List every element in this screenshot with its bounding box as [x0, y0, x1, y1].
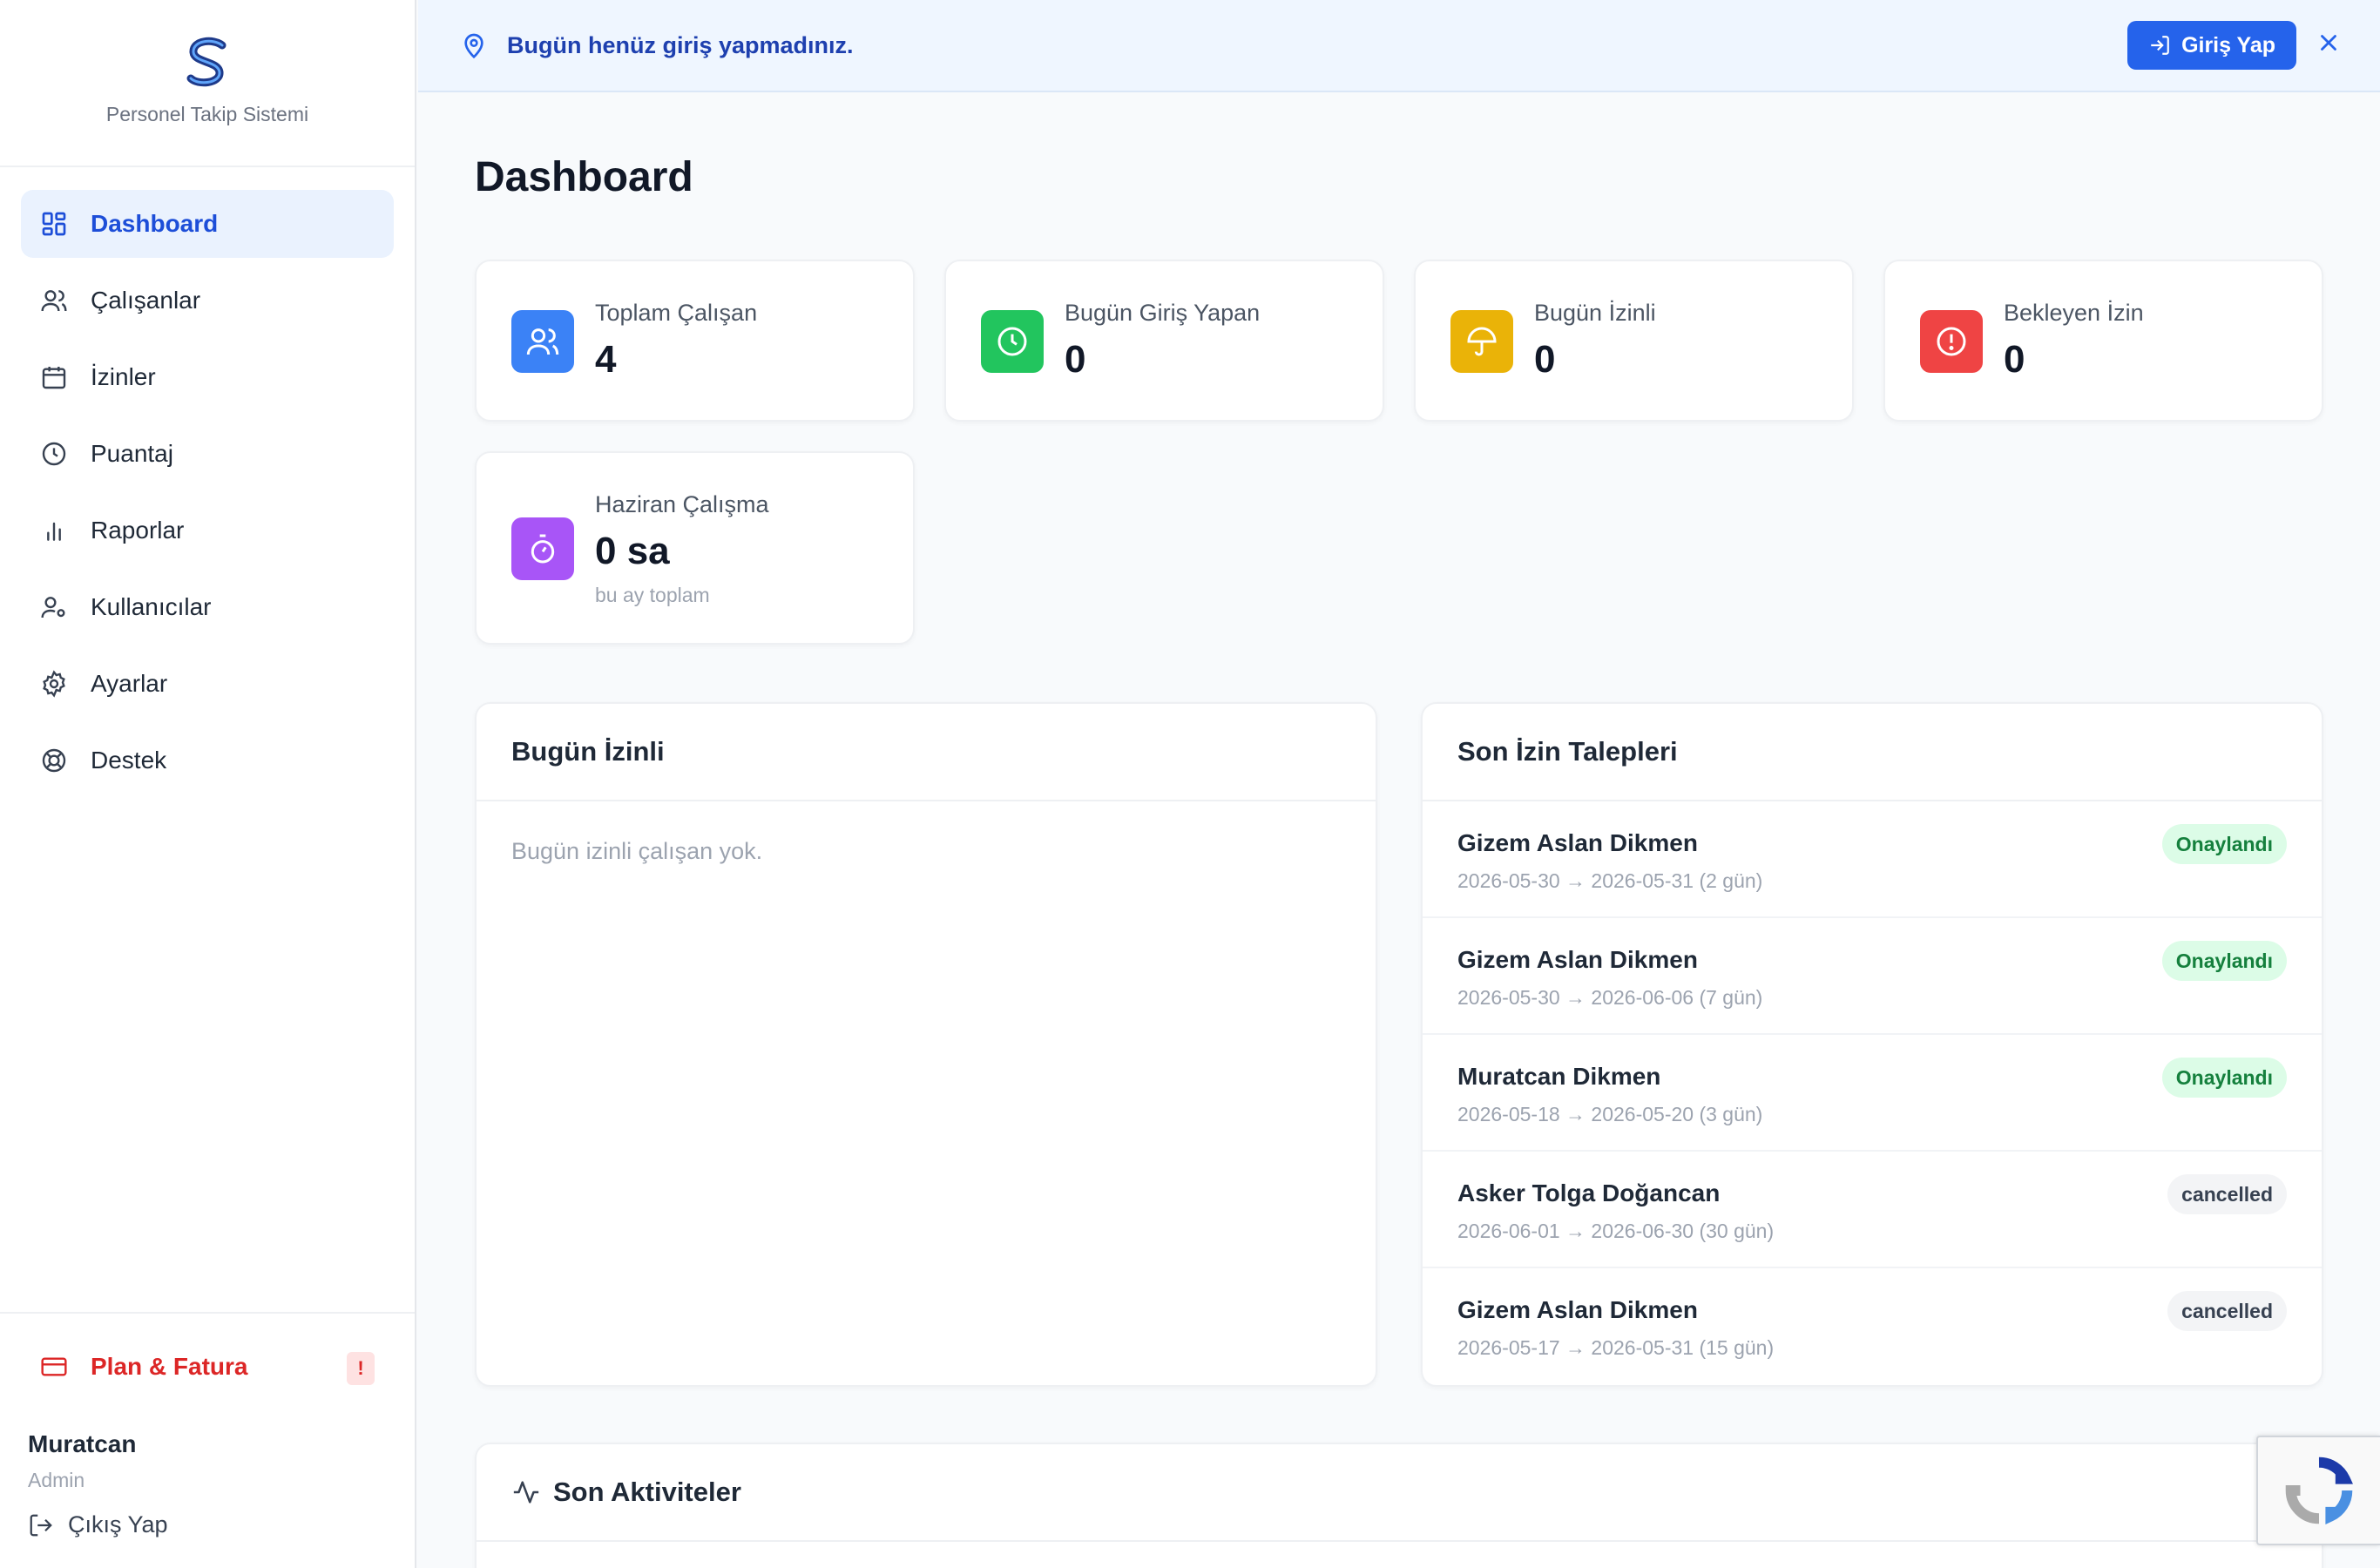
- login-icon: [2151, 36, 2169, 55]
- user-settings-icon: [40, 593, 68, 621]
- stat-label: Haziran Çalışma: [595, 491, 769, 517]
- stat-label: Bugün Giriş Yapan: [1065, 300, 1261, 326]
- activity-icon: [513, 1481, 539, 1504]
- plan-warning-badge: !: [347, 1352, 375, 1385]
- request-dates: 2026-05-30 → 2026-06-06 (7 gün): [1457, 986, 1763, 1009]
- request-employee-name: Gizem Aslan Dikmen: [1457, 946, 1698, 973]
- calendar-icon: [40, 363, 68, 391]
- logout-label: Çıkış Yap: [68, 1511, 168, 1538]
- request-dates: 2026-06-01 → 2026-06-30 (30 gün): [1457, 1220, 1775, 1242]
- user-name: Muratcan: [28, 1430, 137, 1457]
- sidebar-item-label: Destek: [91, 747, 167, 774]
- sidebar-item-label: Ayarlar: [91, 670, 168, 697]
- list-item[interactable]: Muratcan Dikmen 2026-05-18 → 2026-05-20 …: [1423, 1035, 2322, 1152]
- sidebar-nav: Dashboard Çalışanlar İzinler Puantaj Rap…: [0, 167, 415, 794]
- stat-card-checked-in-today: Bugün Giriş Yapan 0: [944, 260, 1384, 422]
- stat-label: Bugün İzinli: [1534, 300, 1656, 326]
- sidebar-item-puantaj[interactable]: Puantaj: [21, 420, 394, 488]
- stat-card-on-leave-today: Bugün İzinli 0: [1414, 260, 1854, 422]
- request-employee-name: Gizem Aslan Dikmen: [1457, 1296, 1698, 1323]
- users-icon: [40, 287, 68, 314]
- recent-requests-panel: Son İzin Talepleri Gizem Aslan Dikmen 20…: [1421, 702, 2323, 1387]
- page-title: Dashboard: [475, 154, 693, 200]
- plan-label: Plan & Fatura: [91, 1353, 248, 1380]
- stat-label: Toplam Çalışan: [595, 300, 758, 326]
- stat-value: 0 sa: [595, 530, 670, 572]
- panel-title: Son İzin Talepleri: [1423, 704, 2322, 801]
- stat-card-monthly-hours: Haziran Çalışma 0 sa bu ay toplam: [475, 451, 915, 645]
- panel-title: Son Aktiviteler: [553, 1477, 741, 1507]
- list-item[interactable]: Gizem Aslan Dikmen 2026-05-17 → 2026-05-…: [1423, 1268, 2322, 1385]
- sidebar-item-label: Kullanıcılar: [91, 593, 212, 620]
- sidebar-item-raporlar[interactable]: Raporlar: [21, 497, 394, 564]
- umbrella-icon: [1450, 310, 1513, 373]
- check-in-button[interactable]: Giriş Yap: [2127, 21, 2296, 70]
- sidebar-item-dashboard[interactable]: Dashboard: [21, 190, 394, 258]
- today-leave-panel: Bugün İzinli Bugün izinli çalışan yok.: [475, 702, 1377, 1387]
- checkin-banner: Bugün henüz giriş yapmadınız. Giriş Yap: [418, 0, 2380, 92]
- request-dates: 2026-05-18 → 2026-05-20 (3 gün): [1457, 1103, 1763, 1125]
- stat-value: 4: [595, 338, 617, 381]
- alert-icon: [1920, 310, 1983, 373]
- status-badge: Onaylandı: [2161, 1058, 2287, 1098]
- request-dates: 2026-05-17 → 2026-05-31 (15 gün): [1457, 1336, 1775, 1359]
- request-employee-name: Gizem Aslan Dikmen: [1457, 829, 1698, 856]
- request-employee-name: Muratcan Dikmen: [1457, 1063, 1661, 1090]
- recaptcha-badge[interactable]: [2256, 1436, 2380, 1545]
- panel-title: Bugün İzinli: [477, 704, 1376, 801]
- brand-logo: [186, 37, 227, 86]
- stat-card-total-employees: Toplam Çalışan 4: [475, 260, 915, 422]
- sidebar-item-label: Raporlar: [91, 517, 185, 544]
- sidebar-item-label: İzinler: [91, 363, 156, 390]
- lifebuoy-icon: [40, 747, 68, 774]
- sidebar-item-destek[interactable]: Destek: [21, 727, 394, 794]
- bar-chart-icon: [40, 517, 68, 544]
- clock-icon: [40, 440, 68, 468]
- request-dates: 2026-05-30 → 2026-05-31 (2 gün): [1457, 869, 1763, 892]
- gear-icon: [40, 670, 68, 698]
- status-badge: Onaylandı: [2161, 941, 2287, 981]
- list-item[interactable]: Gizem Aslan Dikmen 2026-05-30 → 2026-06-…: [1423, 918, 2322, 1035]
- credit-card-icon: [40, 1353, 68, 1381]
- panel-header: Son Aktiviteler: [477, 1444, 2322, 1542]
- stat-value: 0: [2004, 338, 2025, 381]
- stat-value: 0: [1534, 338, 1556, 381]
- sidebar-item-label: Puantaj: [91, 440, 173, 467]
- list-item[interactable]: Asker Tolga Doğancan 2026-06-01 → 2026-0…: [1423, 1152, 2322, 1268]
- recent-activities-panel: Son Aktiviteler: [475, 1443, 2323, 1568]
- status-badge: cancelled: [2167, 1291, 2287, 1331]
- list-item[interactable]: Gizem Aslan Dikmen 2026-05-30 → 2026-05-…: [1423, 801, 2322, 918]
- check-in-label: Giriş Yap: [2181, 32, 2275, 57]
- sidebar-item-label: Çalışanlar: [91, 287, 201, 314]
- sidebar-item-calisanlar[interactable]: Çalışanlar: [21, 267, 394, 335]
- sidebar-item-ayarlar[interactable]: Ayarlar: [21, 650, 394, 718]
- recaptcha-icon: [2285, 1456, 2353, 1524]
- stat-value: 0: [1065, 338, 1086, 381]
- sidebar-item-izinler[interactable]: İzinler: [21, 343, 394, 411]
- user-role: Admin: [28, 1469, 85, 1491]
- dashboard-icon: [40, 210, 68, 238]
- location-pin-icon: [460, 31, 488, 59]
- stat-label: Bekleyen İzin: [2004, 300, 2144, 326]
- sidebar-item-label: Dashboard: [91, 210, 219, 237]
- brand-subtitle: Personel Takip Sistemi: [105, 102, 309, 125]
- stat-sublabel: bu ay toplam: [595, 584, 710, 606]
- brand: Personel Takip Sistemi: [0, 0, 415, 167]
- status-badge: Onaylandı: [2161, 824, 2287, 864]
- users-icon: [511, 310, 574, 373]
- stopwatch-icon: [511, 517, 574, 580]
- banner-message: Bugün henüz giriş yapmadınız.: [507, 31, 854, 58]
- logout-button[interactable]: Çıkış Yap: [28, 1511, 415, 1538]
- request-employee-name: Asker Tolga Doğancan: [1457, 1179, 1721, 1206]
- logout-icon: [30, 1514, 52, 1536]
- status-badge: cancelled: [2167, 1174, 2287, 1214]
- sidebar-footer: Plan & Fatura ! Muratcan Admin Çıkış Yap: [0, 1312, 415, 1568]
- sidebar-item-kullanicilar[interactable]: Kullanıcılar: [21, 573, 394, 641]
- empty-state: Bugün izinli çalışan yok.: [511, 838, 763, 864]
- clock-icon: [981, 310, 1044, 373]
- stat-card-pending-leave: Bekleyen İzin 0: [1883, 260, 2323, 422]
- plan-billing-link[interactable]: Plan & Fatura !: [21, 1335, 394, 1399]
- close-icon[interactable]: [2316, 30, 2342, 56]
- sidebar: Personel Takip Sistemi Dashboard Çalışan…: [0, 0, 416, 1568]
